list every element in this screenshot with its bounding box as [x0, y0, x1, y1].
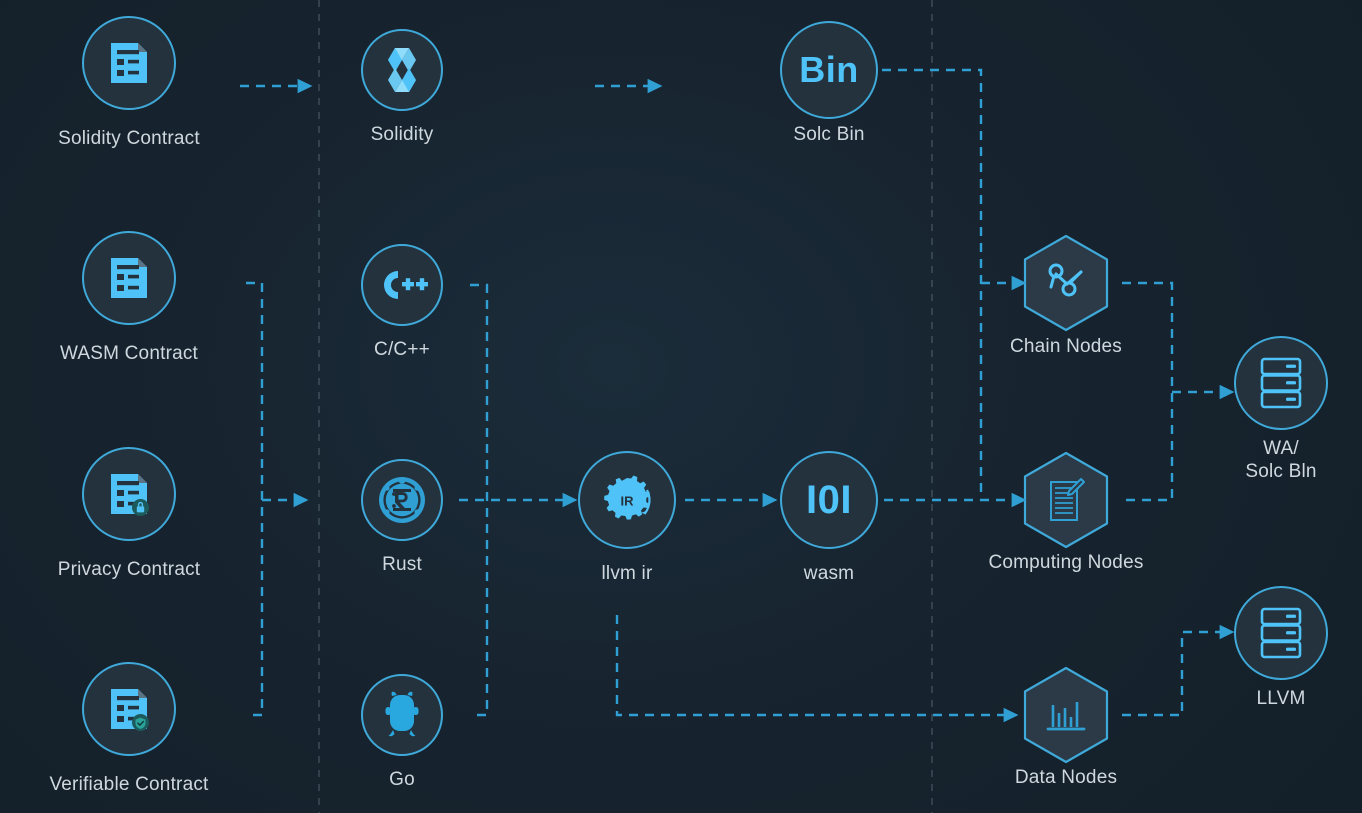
node-label-solidity: Solidity	[370, 124, 434, 145]
bar-chart-icon	[1046, 702, 1086, 731]
node-label-c-cpp: C/C++	[374, 339, 430, 360]
diagram-canvas: Solidity Contract WASM Contract Privacy …	[0, 0, 1362, 813]
node-label-llvm: LLVM	[1256, 688, 1306, 709]
network-graph-icon	[1048, 263, 1083, 297]
node-label-go: Go	[389, 769, 415, 790]
node-label-wasm: wasm	[803, 563, 855, 584]
wire-nodes-to-output-bracket	[1122, 281, 1174, 502]
connection-wires	[240, 0, 1235, 813]
node-label-verifiable-contract: Verifiable Contract	[49, 774, 209, 795]
wire-llvm-ir-to-data-nodes	[615, 615, 1019, 723]
node-label-privacy-contract: Privacy Contract	[57, 559, 201, 580]
document-pen-icon	[1050, 478, 1085, 521]
node-label-wasm-contract: WASM Contract	[59, 343, 199, 364]
node-label-wa-solc-bln: WA/ Solc Bln	[1245, 438, 1317, 482]
node-label-rust: Rust	[382, 554, 422, 575]
node-label-computing-nodes: Computing Nodes	[988, 552, 1144, 573]
node-label-chain-nodes: Chain Nodes	[1009, 336, 1123, 357]
node-label-solidity-contract: Solidity Contract	[58, 128, 200, 149]
column-divider	[318, 0, 933, 813]
node-label-llvm-ir: llvm ir	[601, 563, 653, 584]
node-label-data-nodes: Data Nodes	[1014, 767, 1118, 788]
node-label-solc-bin: Solc Bin	[793, 124, 865, 145]
